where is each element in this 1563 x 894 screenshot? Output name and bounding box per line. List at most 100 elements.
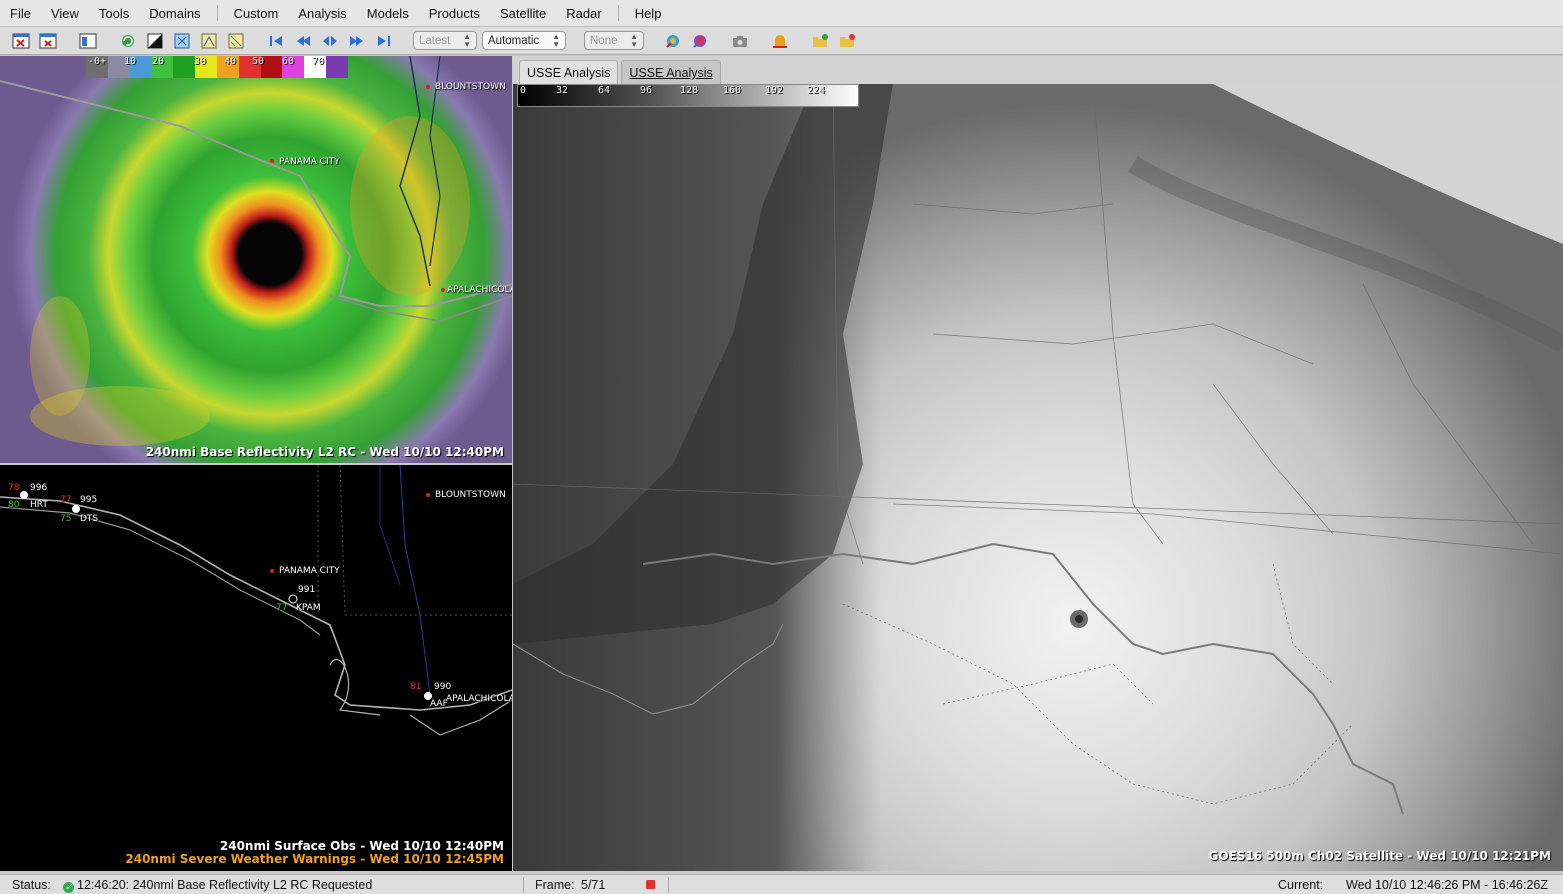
colorbar-label: -0+ — [88, 56, 107, 67]
colorbar-label: 128 — [680, 85, 699, 96]
menu-products[interactable]: Products — [419, 0, 490, 27]
menu-view[interactable]: View — [41, 0, 89, 27]
chevron-updown-icon: ▲ ▼ — [463, 31, 471, 49]
first-frame-icon[interactable] — [265, 31, 287, 51]
station-id: KPAM — [296, 603, 321, 613]
menu-bar: File View Tools Domains Custom Analysis … — [0, 0, 1563, 27]
status-message: ✓ 12:46:20: 240nmi Base Reflectivity L2 R… — [63, 878, 372, 893]
close-display-icon[interactable] — [37, 31, 59, 51]
chevron-updown-icon: ▲ ▼ — [630, 31, 638, 49]
menu-satellite[interactable]: Satellite — [490, 0, 556, 27]
colorbar-label: 70 — [312, 56, 325, 67]
tab-usse-analysis-1[interactable]: USSE Analysis — [519, 60, 619, 84]
colorbar-label: 10 — [124, 56, 137, 67]
alert-icon[interactable] — [769, 31, 791, 51]
overlay-select-value: None — [590, 34, 618, 47]
colorbar-label: 0 — [520, 85, 527, 96]
colorbar-label: 96 — [640, 85, 653, 96]
loop-stop-indicator-icon[interactable] — [646, 880, 655, 889]
chevron-updown-icon: ▲ ▼ — [552, 31, 560, 49]
last-frame-icon[interactable] — [373, 31, 395, 51]
refresh-icon[interactable] — [117, 31, 139, 51]
step-forward-icon[interactable] — [346, 31, 368, 51]
mode-select[interactable]: Automatic ▲ ▼ — [482, 31, 566, 50]
contrast-icon[interactable] — [144, 31, 166, 51]
colorbar-label: 50 — [252, 56, 265, 67]
status-message-text: 12:46:20: 240nmi Base Reflectivity L2 RC… — [77, 878, 373, 892]
colorbar-cell — [326, 56, 348, 78]
satellite-tabbar: USSE Analysis USSE Analysis — [513, 56, 1563, 84]
open-folder-icon[interactable] — [809, 31, 831, 51]
colorbar-label: 192 — [765, 85, 784, 96]
menu-divider — [617, 5, 619, 21]
colorbar-label: 224 — [807, 85, 826, 96]
menu-analysis[interactable]: Analysis — [288, 0, 356, 27]
station-temp: 78 — [8, 483, 20, 493]
awips-cave-window: File View Tools Domains Custom Analysis … — [0, 0, 1563, 894]
status-divider — [523, 877, 524, 893]
place-label-blountstown: BLOUNTSTOWN — [435, 490, 506, 500]
colorbar-label: 32 — [556, 85, 569, 96]
current-time-label: Current: — [1278, 878, 1324, 892]
frame-label: Frame: — [535, 878, 575, 892]
satellite-colorbar: 0 32 64 96 128 160 192 224 — [517, 84, 859, 107]
status-divider — [668, 877, 669, 893]
obs-map — [0, 465, 512, 736]
place-label-panama-city: PANAMA CITY — [279, 566, 340, 576]
colorbar-label: 20 — [152, 56, 165, 67]
loop-start-icon[interactable] — [662, 31, 684, 51]
menu-help[interactable]: Help — [625, 0, 672, 27]
station-pressure: 996 — [30, 483, 48, 493]
single-panel-icon[interactable] — [77, 31, 99, 51]
radar-reflectivity-panel[interactable]: BLOUNTSTOWN PANAMA CITY APALACHICOLA -0+… — [0, 56, 512, 463]
time-select[interactable]: Latest ▲ ▼ — [413, 31, 477, 50]
menu-custom[interactable]: Custom — [224, 0, 289, 27]
colorbar-label: 64 — [598, 85, 611, 96]
overlay-select[interactable]: None ▲ ▼ — [584, 31, 644, 50]
station-id: AAF — [430, 699, 448, 709]
frame-value: 5/71 — [581, 878, 606, 892]
colorbar-label: 60 — [282, 56, 295, 67]
satellite-panel[interactable]: USSE Analysis USSE Analysis 0 32 64 96 1… — [513, 56, 1563, 871]
menu-radar[interactable]: Radar — [556, 0, 611, 27]
map-icon[interactable] — [225, 31, 247, 51]
menu-file[interactable]: File — [0, 0, 41, 27]
clear-display-icon[interactable] — [10, 31, 32, 51]
station-pressure: 995 — [80, 495, 98, 505]
mode-select-value: Automatic — [488, 34, 540, 47]
reflectivity-colorbar: -0+ 10 20 30 40 50 60 70 — [86, 56, 348, 78]
toolbar: Latest ▲ ▼ Automatic ▲ ▼ None ▲ ▼ — [0, 27, 1563, 55]
loop-stop-icon[interactable] — [689, 31, 711, 51]
radar-panel-title: 240nmi Base Reflectivity L2 RC - Wed 10/… — [145, 445, 504, 459]
satellite-panel-title: GOES16 500m Ch02 Satellite - Wed 10/10 1… — [1208, 849, 1552, 863]
tab-usse-analysis-2[interactable]: USSE Analysis — [621, 60, 721, 84]
colorbar-label: 160 — [723, 85, 742, 96]
place-label-blountstown: BLOUNTSTOWN — [435, 82, 506, 92]
zoom-extent-icon[interactable] — [171, 31, 193, 51]
time-select-value: Latest — [419, 34, 451, 47]
colorbar-label: 40 — [224, 56, 237, 67]
step-back-icon[interactable] — [292, 31, 314, 51]
status-label: Status: — [12, 878, 51, 892]
camera-icon[interactable] — [729, 31, 751, 51]
menu-divider — [216, 5, 218, 21]
station-dewpoint: 77 — [276, 603, 288, 613]
menu-domains[interactable]: Domains — [139, 0, 210, 27]
sample-icon[interactable] — [198, 31, 220, 51]
menu-models[interactable]: Models — [357, 0, 419, 27]
satellite-image — [513, 84, 1563, 871]
rock-icon[interactable] — [319, 31, 341, 51]
station-pressure: 990 — [434, 682, 452, 692]
menu-tools[interactable]: Tools — [89, 0, 139, 27]
place-label-apalachicola: APALACHICOLA — [447, 285, 512, 295]
radar-image — [0, 56, 512, 463]
place-label-apalachicola: APALACHICOLA — [446, 694, 512, 704]
warnings-panel-title: 240nmi Severe Weather Warnings - Wed 10/… — [125, 852, 504, 866]
check-circle-icon: ✓ — [63, 882, 74, 893]
surface-obs-panel[interactable]: BLOUNTSTOWN PANAMA CITY APALACHICOLA 78 … — [0, 465, 512, 871]
colorbar-label: 30 — [194, 56, 207, 67]
station-dewpoint: 75 — [60, 514, 72, 524]
remove-folder-icon[interactable] — [836, 31, 858, 51]
station-dewpoint: 80 — [8, 500, 20, 510]
obs-panel-title: 240nmi Surface Obs - Wed 10/10 12:40PM — [219, 839, 504, 853]
